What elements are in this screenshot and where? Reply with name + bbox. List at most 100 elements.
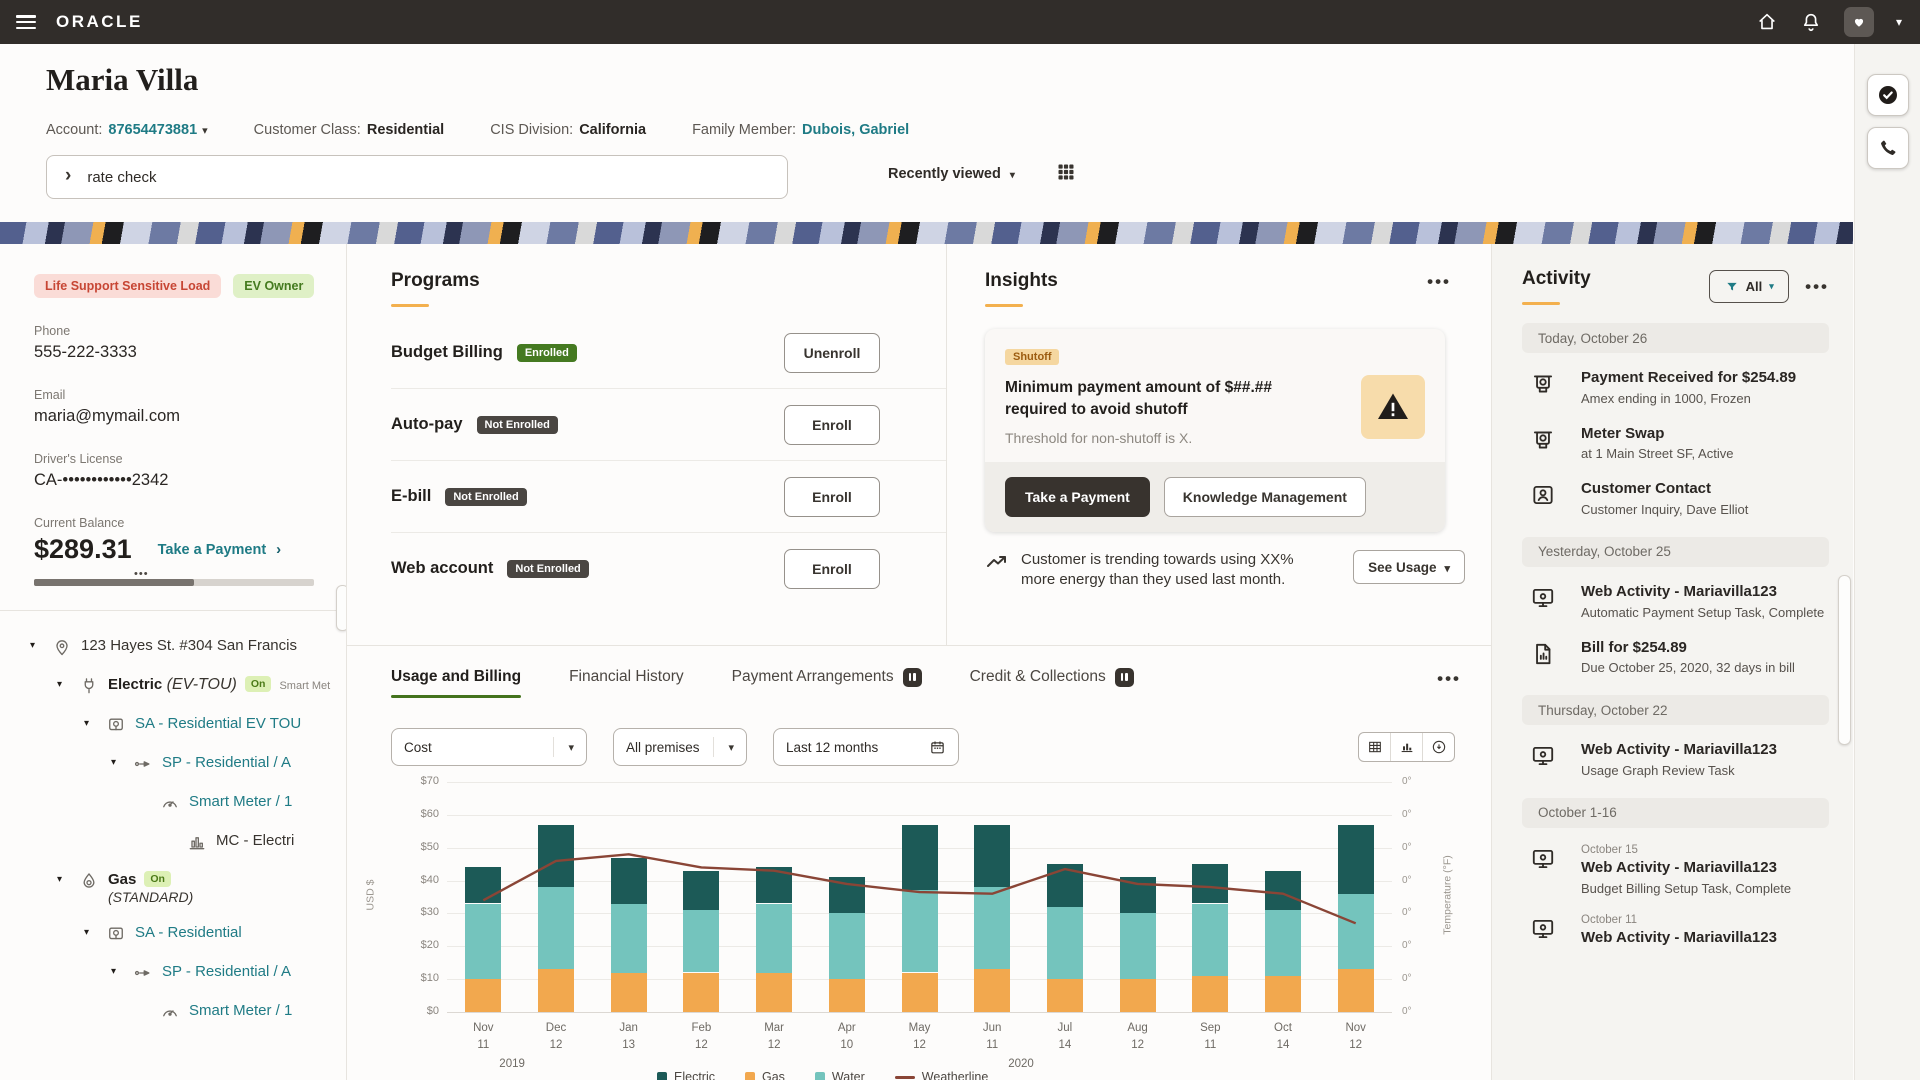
y-axis-tick: $20 xyxy=(393,939,439,951)
tree-expand-caret-icon[interactable]: ▾ xyxy=(111,757,125,768)
tree-row[interactable]: MC - Electri xyxy=(0,832,346,852)
hamburger-menu-icon[interactable] xyxy=(16,15,36,29)
x-axis-tick-day: 13 xyxy=(599,1039,659,1051)
tree-label-line: SA - Residential EV TOU xyxy=(135,715,301,733)
tree-row[interactable]: ▾ SP - Residential / A xyxy=(0,754,346,774)
tree-row[interactable]: ▾Electric (EV-TOU)OnSmart Met xyxy=(0,676,346,696)
take-a-payment-button[interactable]: Take a Payment xyxy=(1005,477,1150,517)
tabs-overflow-menu-icon[interactable]: ••• xyxy=(1437,669,1461,689)
profile-chevron-down-icon[interactable]: ▾ xyxy=(1896,15,1902,29)
account-chevron-down-icon[interactable]: ▾ xyxy=(202,125,208,137)
legend-label: Gas xyxy=(762,1070,785,1080)
x-axis-tick-month: Nov xyxy=(1326,1022,1386,1034)
date-range-select[interactable]: Last 12 months xyxy=(773,728,959,766)
activity-scrollbar-thumb[interactable] xyxy=(1838,575,1851,745)
knowledge-management-button[interactable]: Knowledge Management xyxy=(1164,477,1366,517)
tree-label-box: 123 Hayes St. #304 San Francis xyxy=(81,637,297,655)
see-usage-button[interactable]: See Usage▾ xyxy=(1353,550,1465,584)
tree-row[interactable]: ▾GasOn(STANDARD) xyxy=(0,871,346,905)
activity-item[interactable]: October 15Web Activity - Mariavilla123Bu… xyxy=(1522,844,1829,898)
tree-row[interactable]: ▾ 123 Hayes St. #304 San Francis xyxy=(0,637,346,657)
location-pin-icon xyxy=(52,637,72,657)
tree-item-label[interactable]: Smart Meter / 1 xyxy=(189,793,292,810)
metric-select[interactable]: Cost ▾ xyxy=(391,728,587,766)
tab-payment-arrangements[interactable]: Payment Arrangements xyxy=(732,668,922,691)
tree-label-box: SP - Residential / A xyxy=(162,963,291,981)
tree-item-label: Electric xyxy=(108,676,162,693)
activity-item[interactable]: Payment Received for $254.89Amex ending … xyxy=(1522,369,1829,408)
activity-overflow-menu-icon[interactable]: ••• xyxy=(1805,277,1829,297)
tree-item-label[interactable]: SP - Residential / A xyxy=(162,963,291,980)
activity-item[interactable]: October 11Web Activity - Mariavilla123 xyxy=(1522,914,1829,948)
activity-item[interactable]: Customer ContactCustomer Inquiry, Dave E… xyxy=(1522,480,1829,519)
tree-expand-caret-icon[interactable]: ▾ xyxy=(84,927,98,938)
action-search-bar[interactable]: › xyxy=(46,155,788,199)
x-axis-tick-month: Sep xyxy=(1180,1022,1240,1034)
activity-item-date: October 15 xyxy=(1581,844,1791,856)
tab-credit-collections[interactable]: Credit & Collections xyxy=(970,668,1134,691)
family-member-link[interactable]: Dubois, Gabriel xyxy=(802,122,909,138)
tree-label-line: SP - Residential / A xyxy=(162,963,291,981)
export-download-icon[interactable] xyxy=(1423,733,1454,761)
tree-row[interactable]: ▾ SA - Residential EV TOU xyxy=(0,715,346,735)
x-axis-tick-day: 12 xyxy=(1326,1039,1386,1051)
take-a-payment-link[interactable]: Take a Payment xyxy=(158,542,267,558)
bar-chart-view-icon[interactable] xyxy=(1391,733,1423,761)
see-usage-chevron-icon: ▾ xyxy=(1444,563,1450,575)
enroll-button[interactable]: Enroll xyxy=(784,405,880,445)
drag-handle-dots-icon[interactable]: ••• xyxy=(134,568,149,580)
tab-usage-and-billing[interactable]: Usage and Billing xyxy=(391,668,521,690)
activity-item-text: Web Activity - Mariavilla123Automatic Pa… xyxy=(1581,583,1824,622)
tab-label: Usage and Billing xyxy=(391,668,521,686)
tree-expand-caret-icon[interactable]: ▾ xyxy=(111,966,125,977)
gridline xyxy=(447,1012,1392,1013)
activity-item-text: October 15Web Activity - Mariavilla123Bu… xyxy=(1581,844,1791,898)
activity-item[interactable]: Web Activity - Mariavilla123Usage Graph … xyxy=(1522,741,1829,780)
activity-item-subtitle: Usage Graph Review Task xyxy=(1581,763,1777,780)
tree-label-box: Smart Meter / 1 xyxy=(189,1002,292,1020)
tree-expand-caret-icon[interactable]: ▾ xyxy=(57,679,71,690)
tree-item-label[interactable]: SA - Residential xyxy=(135,924,242,941)
tree-row[interactable]: Smart Meter / 1 xyxy=(0,793,346,813)
tree-label-line: GasOn xyxy=(108,871,193,889)
tree-item-label[interactable]: Smart Meter / 1 xyxy=(189,1002,292,1019)
tree-row[interactable]: ▾ SP - Residential / A xyxy=(0,963,346,983)
tree-expand-caret-icon[interactable]: ▾ xyxy=(57,874,71,885)
program-name: Web account xyxy=(391,559,493,578)
account-number-link[interactable]: 87654473881 xyxy=(108,122,197,138)
tree-expand-caret-icon[interactable]: ▾ xyxy=(84,718,98,729)
recently-viewed-dropdown[interactable]: Recently viewed ▾ xyxy=(888,166,1015,182)
unenroll-button[interactable]: Unenroll xyxy=(784,333,880,373)
home-icon[interactable] xyxy=(1756,11,1778,33)
user-avatar[interactable] xyxy=(1844,7,1874,37)
search-input[interactable] xyxy=(85,168,787,187)
phone-call-button[interactable] xyxy=(1867,127,1909,169)
tree-row[interactable]: Smart Meter / 1 xyxy=(0,1002,346,1022)
activity-item-title: Web Activity - Mariavilla123 xyxy=(1581,859,1791,878)
activity-item-title: Customer Contact xyxy=(1581,480,1748,499)
activity-filter-button[interactable]: All ▾ xyxy=(1709,270,1789,303)
table-view-icon[interactable] xyxy=(1359,733,1391,761)
tasks-check-button[interactable] xyxy=(1867,74,1909,116)
legend-item-weatherline: Weatherline xyxy=(895,1070,988,1080)
activity-feed: Today, October 26Payment Received for $2… xyxy=(1522,323,1829,948)
profile-badge: EV Owner xyxy=(233,274,314,298)
tree-expand-caret-icon[interactable]: ▾ xyxy=(30,640,44,651)
tree-scrollbar-thumb[interactable] xyxy=(336,585,347,631)
apps-grid-icon[interactable] xyxy=(1056,162,1076,187)
activity-item[interactable]: Web Activity - Mariavilla123Automatic Pa… xyxy=(1522,583,1829,622)
tree-row[interactable]: ▾ SA - Residential xyxy=(0,924,346,944)
tab-financial-history[interactable]: Financial History xyxy=(569,668,684,690)
activity-item[interactable]: Bill for $254.89Due October 25, 2020, 32… xyxy=(1522,639,1829,678)
tree-item-label[interactable]: SA - Residential EV TOU xyxy=(135,715,301,732)
tree-label-line: SP - Residential / A xyxy=(162,754,291,772)
x-axis-tick-month: Jan xyxy=(599,1022,659,1034)
enroll-button[interactable]: Enroll xyxy=(784,477,880,517)
premises-select[interactable]: All premises ▾ xyxy=(613,728,747,766)
notifications-bell-icon[interactable] xyxy=(1800,11,1822,33)
insights-overflow-menu-icon[interactable]: ••• xyxy=(1427,272,1451,292)
insight-headline: Minimum payment amount of $##.## require… xyxy=(1005,377,1325,420)
enroll-button[interactable]: Enroll xyxy=(784,549,880,589)
tree-item-label[interactable]: SP - Residential / A xyxy=(162,754,291,771)
activity-item[interactable]: Meter Swapat 1 Main Street SF, Active xyxy=(1522,425,1829,464)
